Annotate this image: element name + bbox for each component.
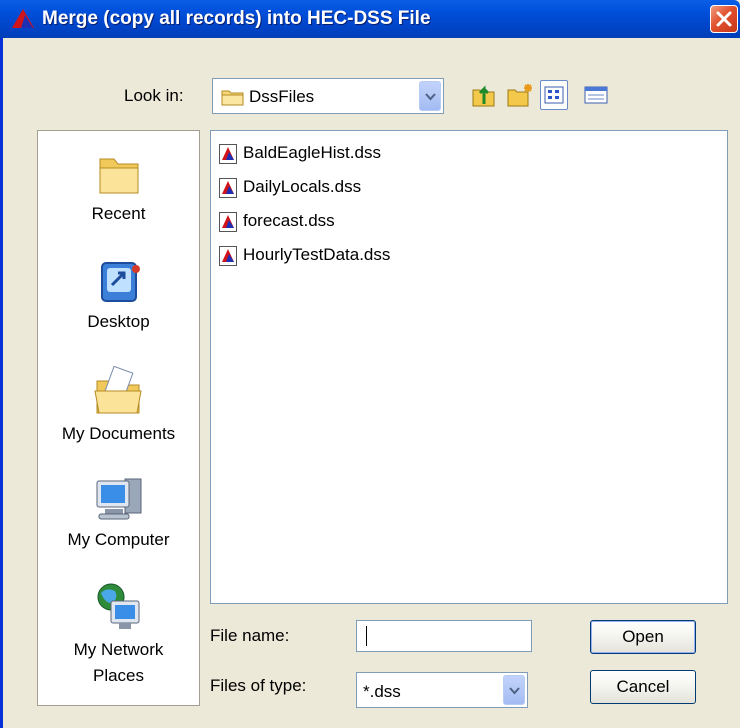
place-desktop[interactable]: Desktop bbox=[38, 257, 199, 335]
file-type-value: *.dss bbox=[363, 682, 401, 701]
up-one-level-icon[interactable] bbox=[470, 80, 498, 110]
new-folder-icon[interactable] bbox=[506, 80, 534, 110]
chevron-down-icon bbox=[509, 687, 520, 695]
window-title: Merge (copy all records) into HEC-DSS Fi… bbox=[42, 8, 431, 29]
my-computer-icon bbox=[96, 478, 141, 520]
open-button[interactable]: Open bbox=[590, 620, 696, 654]
details-view-icon[interactable] bbox=[582, 80, 610, 110]
desktop-icon bbox=[100, 262, 140, 302]
file-list[interactable]: BaldEagleHist.dss DailyLocals.dss foreca… bbox=[210, 130, 728, 604]
place-my-documents[interactable]: My Documents bbox=[38, 363, 199, 447]
file-name-label: File name: bbox=[210, 626, 290, 645]
folder-icon bbox=[221, 87, 245, 112]
text-caret bbox=[366, 626, 367, 646]
dss-file-icon bbox=[219, 178, 237, 198]
place-recent[interactable]: Recent bbox=[38, 149, 199, 227]
place-my-computer[interactable]: My Computer bbox=[38, 469, 199, 553]
file-type-combo[interactable]: *.dss bbox=[356, 672, 528, 708]
look-in-value: DssFiles bbox=[249, 87, 315, 106]
hec-dss-icon bbox=[12, 7, 36, 31]
file-type-dropdown-button[interactable] bbox=[503, 675, 525, 705]
dss-file-icon bbox=[219, 246, 237, 266]
place-label: My Network bbox=[73, 640, 164, 659]
my-documents-icon bbox=[93, 365, 142, 414]
place-label-line2: Places bbox=[92, 666, 145, 685]
file-name-input[interactable] bbox=[356, 620, 532, 652]
window-frame bbox=[0, 38, 3, 728]
close-icon bbox=[716, 11, 732, 27]
title-bar[interactable]: Merge (copy all records) into HEC-DSS Fi… bbox=[0, 0, 740, 38]
dss-file-icon bbox=[219, 144, 237, 164]
recent-folder-icon bbox=[99, 158, 138, 194]
places-bar: Recent Desktop My Documents My Computer … bbox=[37, 130, 200, 706]
file-type-label: Files of type: bbox=[210, 676, 307, 695]
chevron-down-icon bbox=[425, 93, 436, 101]
list-view-icon[interactable] bbox=[540, 80, 568, 110]
close-button[interactable] bbox=[710, 5, 738, 33]
look-in-dropdown-button[interactable] bbox=[419, 81, 441, 111]
place-my-network[interactable]: My Network Places bbox=[38, 579, 199, 689]
look-in-label: Look in: bbox=[124, 86, 184, 105]
cancel-button[interactable]: Cancel bbox=[590, 670, 696, 704]
dss-file-icon bbox=[219, 212, 237, 232]
look-in-combo[interactable]: DssFiles bbox=[212, 78, 444, 114]
network-places-icon bbox=[97, 583, 139, 629]
merge-dialog: Merge (copy all records) into HEC-DSS Fi… bbox=[0, 0, 740, 728]
